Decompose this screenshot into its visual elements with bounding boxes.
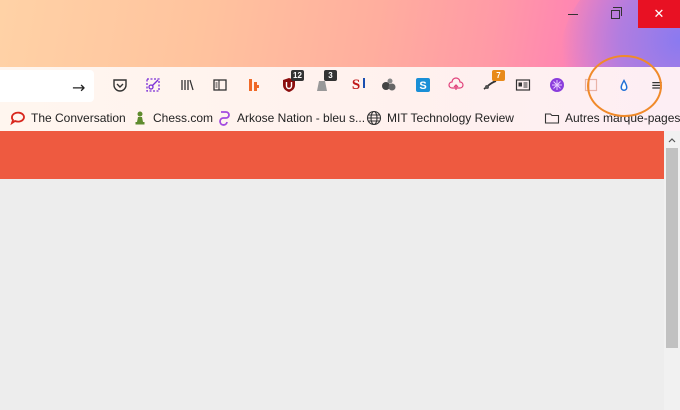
restore-button[interactable] (594, 0, 636, 28)
extension-7-badge: 7 (492, 70, 505, 81)
bookmark-label: Chess.com (153, 111, 214, 125)
screenshot-icon[interactable] (144, 76, 162, 94)
close-icon: ✕ (653, 6, 665, 21)
menu-icon[interactable]: ≡ (648, 76, 666, 94)
library-icon[interactable] (178, 76, 196, 94)
scroll-up-button[interactable] (664, 131, 680, 148)
extension-7-icon[interactable]: 7 (481, 70, 505, 94)
speech-bubble-icon (10, 110, 26, 126)
title-bar: ✕ (0, 0, 680, 67)
cloud-upload-icon[interactable] (447, 76, 465, 94)
sidebar-icon[interactable] (211, 76, 229, 94)
bookmark-label: The Conversation (31, 111, 126, 125)
panel-icon[interactable] (582, 76, 600, 94)
bookmark-label: Arkose Nation - bleu s... (237, 111, 366, 125)
restore-icon (610, 6, 622, 19)
ublock-badge: 12 (291, 70, 304, 81)
other-bookmarks[interactable]: Autres marque-pages (544, 110, 680, 126)
reader-icon[interactable] (514, 76, 532, 94)
minimize-icon (568, 13, 578, 15)
bookmark-chess-com[interactable]: Chess.com (132, 110, 213, 126)
menu-glyph: ≡ (650, 76, 664, 94)
ublock-icon[interactable]: 12 (280, 70, 304, 94)
minimize-button[interactable] (552, 0, 594, 28)
raindrop-icon[interactable] (615, 76, 633, 94)
folder-icon (544, 110, 560, 126)
page-content (0, 179, 664, 410)
extension-balls-icon[interactable] (380, 76, 398, 94)
chevron-up-icon (668, 137, 676, 142)
pocket-icon[interactable] (111, 76, 129, 94)
bookmark-mit-technology-review[interactable]: MIT Technology Review (366, 110, 514, 126)
skype-icon[interactable]: S (414, 76, 432, 94)
purple-extension-icon[interactable] (548, 76, 566, 94)
extension-b-icon[interactable] (245, 76, 263, 94)
arkose-icon (216, 110, 232, 126)
page-header-banner (0, 131, 664, 179)
close-button[interactable]: ✕ (638, 0, 680, 28)
bookmark-label: MIT Technology Review (387, 111, 514, 125)
url-bar[interactable]: → (0, 70, 94, 102)
bookmark-arkose-nation[interactable]: Arkose Nation - bleu s... (216, 110, 365, 126)
extension-3-icon[interactable]: 3 (313, 70, 337, 94)
bookmark-label: Autres marque-pages (565, 111, 680, 125)
go-arrow-icon[interactable]: → (72, 78, 85, 97)
svg-text:S: S (419, 80, 426, 92)
extension-s-icon[interactable]: S (347, 76, 365, 94)
navigation-toolbar: → 12 3 S S 7 ≡ (0, 67, 680, 105)
extension-3-badge: 3 (324, 70, 337, 81)
bookmarks-bar: The Conversation Chess.com Arkose Nation… (0, 105, 680, 131)
pawn-icon (132, 110, 148, 126)
scroll-thumb[interactable] (666, 148, 678, 348)
globe-icon (366, 110, 382, 126)
vertical-scrollbar[interactable] (664, 131, 680, 410)
bookmark-the-conversation[interactable]: The Conversation (10, 110, 126, 126)
